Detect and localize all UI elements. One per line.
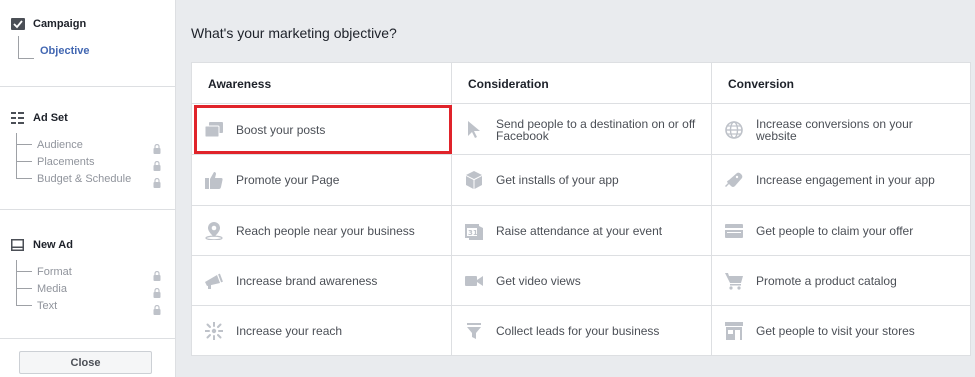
lock-icon	[153, 268, 161, 281]
divider	[0, 338, 176, 339]
boost-posts-icon	[205, 121, 223, 139]
sidebar-item-budget-schedule[interactable]: Budget & Schedule	[37, 172, 131, 186]
sidebar-item-objective[interactable]: Objective	[40, 44, 90, 58]
objective-store-visits[interactable]: Get people to visit your stores	[712, 306, 970, 355]
sidebar-item-media[interactable]: Media	[37, 282, 67, 296]
divider	[0, 86, 176, 87]
location-pin-icon	[205, 221, 223, 240]
tree-branch	[16, 144, 32, 145]
objective-promote-page[interactable]: Promote your Page	[192, 155, 451, 204]
sidebar-section-adset[interactable]: Ad Set	[10, 110, 68, 126]
objective-brand-awareness[interactable]: Increase brand awareness	[192, 256, 451, 305]
funnel-icon	[465, 322, 483, 340]
divider	[192, 103, 970, 104]
lock-icon	[153, 175, 161, 188]
tree-branch	[16, 271, 32, 272]
tree-branch	[16, 305, 32, 306]
checkbox-checked-icon	[10, 17, 25, 31]
objective-label: Promote your Page	[236, 172, 340, 187]
objective-app-installs[interactable]: Get installs of your app	[452, 155, 711, 204]
sidebar-item-placements[interactable]: Placements	[37, 155, 94, 169]
sidebar-item-text[interactable]: Text	[37, 299, 57, 313]
sidebar-section-newad[interactable]: New Ad	[10, 237, 73, 253]
objective-grid: Awareness Consideration Conversion Boost…	[191, 62, 971, 356]
tree-branch	[16, 161, 32, 162]
objective-label: Boost your posts	[236, 122, 326, 137]
objective-label: Collect leads for your business	[496, 323, 660, 338]
objective-label: Promote a product catalog	[756, 273, 897, 288]
objective-reach-nearby[interactable]: Reach people near your business	[192, 206, 451, 255]
video-camera-icon	[465, 272, 483, 290]
objective-event-responses[interactable]: 31 Raise attendance at your event	[452, 206, 711, 255]
objective-conversions[interactable]: Increase conversions on your website	[712, 105, 970, 154]
thumbs-up-icon	[205, 171, 223, 189]
tree-line	[18, 36, 19, 58]
gamepad-icon	[725, 171, 743, 189]
megaphone-icon	[205, 272, 223, 290]
objective-label: Send people to a destination on or off F…	[496, 116, 696, 143]
sidebar-section-label: Ad Set	[33, 112, 68, 124]
column-heading-awareness: Awareness	[208, 76, 272, 91]
objective-label: Increase brand awareness	[236, 273, 378, 288]
sidebar-section-campaign[interactable]: Campaign	[10, 16, 86, 32]
tree-branch	[16, 288, 32, 289]
tree-branch	[18, 58, 34, 59]
column-heading-consideration: Consideration	[468, 76, 549, 91]
objective-increase-reach[interactable]: Increase your reach	[192, 306, 451, 355]
tree-branch	[16, 178, 32, 179]
store-icon	[725, 321, 743, 340]
lock-icon	[153, 302, 161, 315]
sidebar-item-format[interactable]: Format	[37, 265, 72, 279]
objective-traffic[interactable]: Send people to a destination on or off F…	[452, 105, 711, 154]
sidebar: Campaign Objective Ad Set Audience Place…	[0, 0, 176, 377]
objective-label: Get installs of your app	[496, 172, 619, 187]
objective-label: Get people to visit your stores	[756, 323, 915, 338]
calendar-icon: 31	[465, 222, 483, 240]
svg-text:31: 31	[468, 229, 478, 237]
sidebar-section-label: New Ad	[33, 239, 73, 251]
objective-label: Raise attendance at your event	[496, 223, 663, 238]
objective-offer-claims[interactable]: Get people to claim your offer	[712, 206, 970, 255]
shopping-cart-icon	[725, 272, 743, 290]
objective-boost-posts[interactable]: Boost your posts	[194, 105, 452, 154]
objective-video-views[interactable]: Get video views	[452, 256, 711, 305]
lock-icon	[153, 285, 161, 298]
divider	[0, 209, 176, 210]
globe-icon	[725, 120, 743, 139]
lock-icon	[153, 141, 161, 154]
ticket-icon	[725, 222, 743, 240]
ad-window-icon	[10, 238, 25, 252]
objective-lead-generation[interactable]: Collect leads for your business	[452, 306, 711, 355]
column-heading-conversion: Conversion	[728, 76, 795, 91]
tree-line	[16, 133, 17, 178]
cursor-icon	[465, 120, 483, 139]
grid-icon	[10, 111, 25, 125]
box-icon	[465, 170, 483, 189]
objective-label: Increase your reach	[236, 323, 343, 338]
objective-product-catalog[interactable]: Promote a product catalog	[712, 256, 970, 305]
objective-label: Increase engagement in your app	[756, 172, 935, 187]
sidebar-section-label: Campaign	[33, 18, 87, 30]
page-title: What's your marketing objective?	[191, 25, 397, 41]
reach-icon	[205, 321, 223, 340]
lock-icon	[153, 158, 161, 171]
objective-label: Get people to claim your offer	[756, 223, 914, 238]
close-button[interactable]: Close	[19, 351, 152, 374]
objective-label: Increase conversions on your website	[756, 116, 913, 143]
objective-app-engagement[interactable]: Increase engagement in your app	[712, 155, 970, 204]
objective-label: Get video views	[496, 273, 581, 288]
objective-label: Reach people near your business	[236, 223, 415, 238]
tree-line	[16, 260, 17, 305]
sidebar-item-audience[interactable]: Audience	[37, 138, 83, 152]
